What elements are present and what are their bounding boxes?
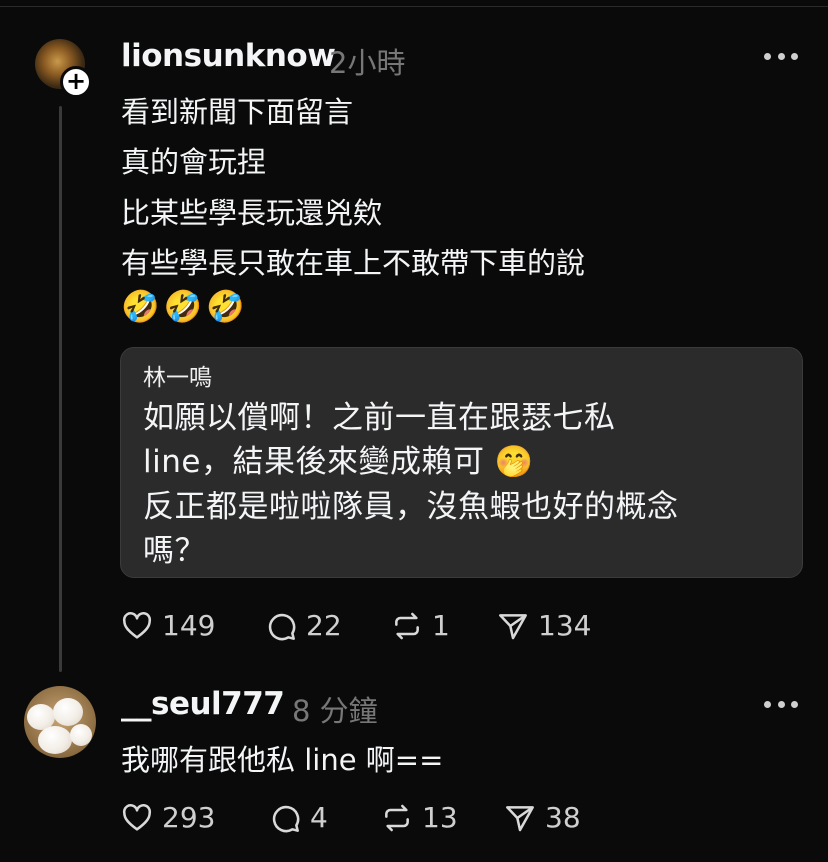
share-count: 38 — [545, 801, 581, 834]
quote-text-line: 反正都是啦啦隊員，沒魚蝦也好的概念 — [143, 489, 679, 525]
post-text-line: 看到新聞下面留言 — [121, 95, 354, 129]
comment-button[interactable]: 22 — [264, 609, 342, 642]
like-count: 149 — [162, 609, 216, 642]
reply-username[interactable]: __seul777 — [121, 686, 285, 722]
reply-timestamp: 8 分鐘 — [292, 694, 378, 728]
post-text-line: 真的會玩捏 — [121, 145, 267, 179]
share-button[interactable]: 38 — [503, 801, 581, 834]
more-options-icon[interactable] — [764, 701, 798, 709]
like-button[interactable]: 293 — [120, 801, 215, 834]
send-icon — [499, 613, 527, 639]
repost-count: 1 — [432, 609, 450, 642]
avatar[interactable] — [24, 686, 96, 758]
like-button[interactable]: 149 — [120, 609, 215, 642]
post-text-line: 比某些學長玩還兇欸 — [121, 196, 383, 230]
repost-icon — [385, 804, 409, 831]
post-username[interactable]: lionsunknow — [121, 38, 336, 74]
share-button[interactable]: 134 — [496, 609, 591, 642]
comment-button[interactable]: 4 — [268, 801, 328, 834]
comment-count: 22 — [306, 609, 342, 642]
comment-bubble-icon — [268, 613, 296, 640]
quote-text-line: 嗎？ — [143, 533, 206, 569]
repost-count: 13 — [422, 801, 458, 834]
repost-button[interactable]: 1 — [390, 609, 450, 642]
quote-text-line: 如願以償啊！之前一直在跟瑟七私 — [143, 400, 616, 436]
quote-text-line: line，結果後來變成賴可 🤭 — [143, 444, 534, 480]
share-count: 134 — [538, 609, 592, 642]
comment-bubble-icon — [272, 805, 300, 832]
top-divider — [0, 6, 828, 7]
thread-connector-line — [59, 106, 62, 672]
heart-icon — [122, 611, 152, 639]
send-icon — [506, 805, 534, 831]
follow-plus-icon[interactable]: + — [60, 66, 92, 98]
post-timestamp: 2小時 — [329, 46, 406, 80]
repost-icon — [395, 612, 419, 639]
comment-count: 4 — [310, 801, 328, 834]
like-count: 293 — [162, 801, 216, 834]
post-text-line: 有些學長只敢在車上不敢帶下車的說 — [121, 246, 586, 280]
more-options-icon[interactable] — [764, 53, 798, 61]
quote-author: 林一鳴 — [143, 365, 212, 391]
repost-button[interactable]: 13 — [380, 801, 458, 834]
post-emoji-line: 🤣🤣🤣 — [121, 289, 249, 325]
reply-text: 我哪有跟他私 line 啊== — [121, 743, 444, 777]
heart-icon — [122, 803, 152, 831]
